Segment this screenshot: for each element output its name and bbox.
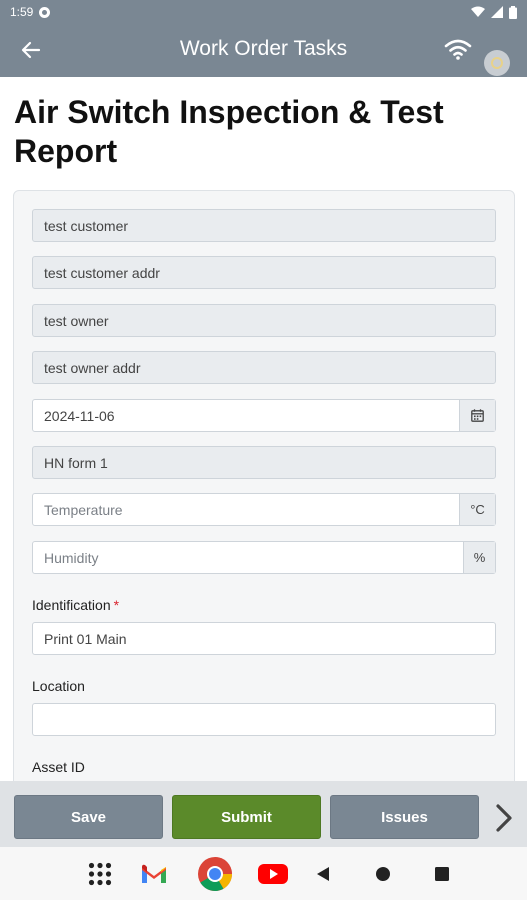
calendar-button[interactable] <box>459 400 495 431</box>
customer-address-field[interactable]: test customer addr <box>32 256 496 289</box>
sync-status-button[interactable] <box>484 50 510 76</box>
location-input[interactable] <box>32 703 496 736</box>
wifi-status-icon <box>471 6 485 17</box>
youtube-icon <box>258 864 288 884</box>
required-marker: * <box>113 597 120 613</box>
identification-input[interactable]: Print 01 Main <box>32 622 496 655</box>
temperature-unit: °C <box>459 494 495 525</box>
nav-back-button[interactable] <box>308 859 338 889</box>
gmail-app[interactable] <box>139 859 169 889</box>
submit-button[interactable]: Submit <box>172 795 321 839</box>
nav-home-icon <box>376 867 390 881</box>
gmail-icon <box>142 864 166 883</box>
nav-home-button[interactable] <box>368 859 398 889</box>
location-label: Location <box>32 678 85 694</box>
temperature-input[interactable]: Temperature °C <box>32 493 496 526</box>
humidity-input[interactable]: Humidity % <box>32 541 496 574</box>
status-bar: 1:59 <box>0 0 527 24</box>
apps-button[interactable] <box>85 859 115 889</box>
system-nav-bar <box>0 847 527 900</box>
date-field[interactable]: 2024-11-06 <box>32 399 496 432</box>
asset-id-label: Asset ID <box>32 759 85 775</box>
connection-status-button[interactable] <box>444 38 472 62</box>
action-bar: Save Submit Issues <box>0 781 527 847</box>
save-button[interactable]: Save <box>14 795 163 839</box>
wifi-icon <box>444 39 472 60</box>
sync-status-icon <box>491 57 503 69</box>
customer-field[interactable]: test customer <box>32 209 496 242</box>
owner-field[interactable]: test owner <box>32 304 496 337</box>
chevron-right-icon <box>496 804 512 832</box>
apps-grid-icon <box>88 862 112 886</box>
next-button[interactable] <box>492 803 520 833</box>
page-title: Air Switch Inspection & Test Report <box>14 94 444 169</box>
cellular-icon <box>491 6 503 18</box>
chrome-icon <box>198 857 232 891</box>
humidity-unit: % <box>463 542 495 573</box>
notification-icon <box>39 6 51 18</box>
youtube-app[interactable] <box>258 859 288 889</box>
calendar-icon <box>471 409 484 422</box>
nav-recents-icon <box>435 867 449 881</box>
identification-label: Identification * <box>32 597 120 613</box>
nav-recents-button[interactable] <box>427 859 457 889</box>
form-card: test customer test customer addr test ow… <box>13 190 515 781</box>
chrome-app[interactable] <box>196 855 234 893</box>
form-name-field[interactable]: HN form 1 <box>32 446 496 479</box>
nav-back-icon <box>317 867 329 881</box>
battery-icon <box>509 5 517 19</box>
status-time: 1:59 <box>10 5 34 19</box>
owner-address-field[interactable]: test owner addr <box>32 351 496 384</box>
content-area[interactable]: Air Switch Inspection & Test Report test… <box>0 77 527 781</box>
app-bar: Work Order Tasks <box>0 24 527 77</box>
issues-button[interactable]: Issues <box>330 795 479 839</box>
